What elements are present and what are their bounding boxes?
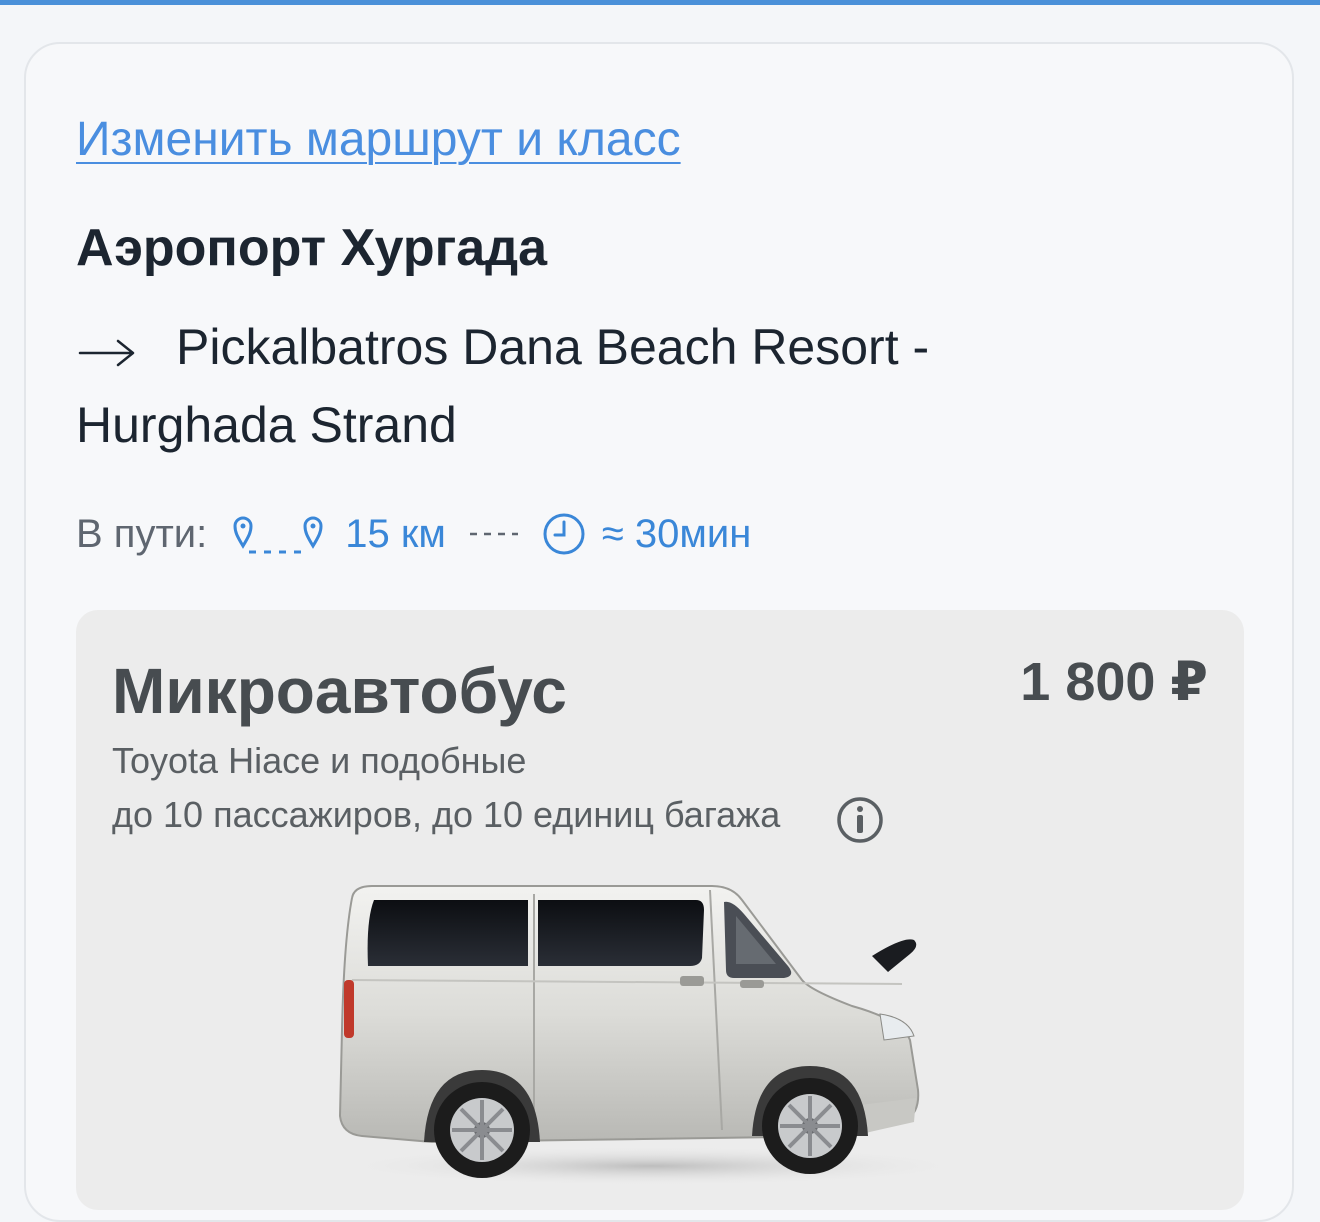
vehicle-capacity: до 10 пассажиров, до 10 единиц багажа xyxy=(112,794,781,835)
trip-info: В пути: 15 км ≈ 30мин xyxy=(76,508,751,560)
van-image xyxy=(332,880,972,1190)
top-accent-bar xyxy=(0,0,1320,5)
clock-icon xyxy=(542,512,586,556)
destination-text: Pickalbatros Dana Beach Resort - Hurghad… xyxy=(76,319,930,453)
destination: Pickalbatros Dana Beach Resort - Hurghad… xyxy=(76,310,1076,462)
origin-title: Аэропорт Хургада xyxy=(76,219,548,277)
change-route-link[interactable]: Изменить маршрут и класс xyxy=(76,112,681,167)
vehicle-model: Toyota Hiace и подобные xyxy=(112,740,527,781)
arrow-right-icon xyxy=(76,314,176,388)
route-pins-icon xyxy=(231,512,325,556)
trip-label: В пути: xyxy=(76,511,208,556)
trip-duration: ≈ 30мин xyxy=(601,511,752,556)
vehicle-price: 1 800 ₽ xyxy=(1020,652,1208,712)
info-icon[interactable] xyxy=(836,796,884,844)
dashed-separator xyxy=(468,529,520,539)
vehicle-class-name: Микроавтобус xyxy=(112,655,567,727)
vehicle-option-card[interactable]: Микроавтобус 1 800 ₽ Toyota Hiace и подо… xyxy=(76,610,1244,1210)
trip-distance: 15 км xyxy=(345,511,446,556)
